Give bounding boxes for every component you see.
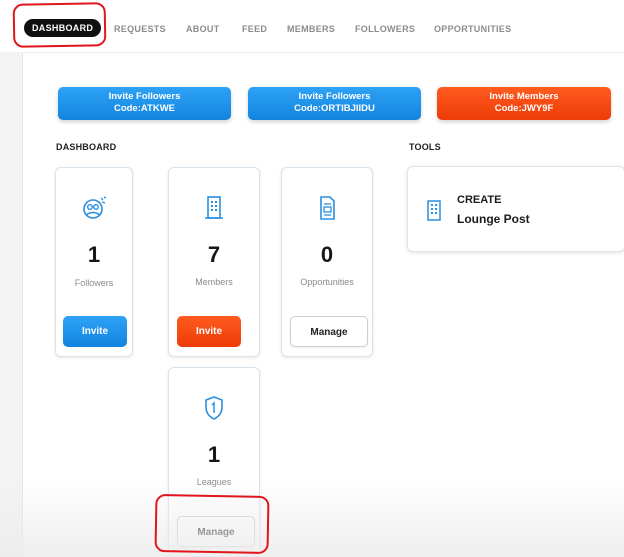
manage-leagues-button[interactable]: Manage [177, 516, 255, 547]
nav-tab-about[interactable]: ABOUT [186, 22, 220, 36]
manage-opportunities-button[interactable]: Manage [290, 316, 368, 347]
invite-followers-button[interactable]: Invite [63, 316, 127, 347]
nav-tab-requests[interactable]: REQUESTS [114, 22, 166, 36]
dashboard-panel: Invite Followers Code:ATKWE Invite Follo… [22, 52, 624, 557]
nav-tab-feed[interactable]: FEED [242, 22, 267, 36]
invite-followers-code-button-2[interactable]: Invite Followers Code:ORTIBJIIDU [248, 87, 421, 120]
invite-members-button[interactable]: Invite [177, 316, 241, 347]
create-label: CREATE [457, 194, 502, 206]
members-count: 7 [207, 242, 221, 267]
members-label: Members [195, 277, 233, 287]
opportunities-count: 0 [320, 242, 334, 267]
invite-button-code: Code:JWY9F [494, 103, 554, 114]
followers-icon [83, 196, 107, 219]
invite-button-title: Invite Members [489, 91, 559, 102]
nav-tab-members[interactable]: MEMBERS [287, 22, 335, 36]
tools-section-title: TOOLS [409, 142, 441, 152]
create-lounge-post-card[interactable]: CREATE Lounge Post [407, 166, 624, 252]
invite-button-title: Invite Followers [108, 91, 181, 102]
invite-members-code-button[interactable]: Invite Members Code:JWY9F [437, 87, 611, 120]
members-card: 7 Members Invite [168, 167, 260, 357]
building-icon [427, 200, 441, 221]
followers-card: 1 Followers Invite [55, 167, 133, 357]
nav-tab-followers[interactable]: FOLLOWERS [355, 22, 415, 36]
invite-button-code: Code:ATKWE [113, 103, 176, 114]
followers-label: Followers [74, 278, 114, 288]
leagues-count: 1 [207, 442, 221, 467]
invite-button-title: Invite Followers [298, 91, 371, 102]
invite-followers-code-button[interactable]: Invite Followers Code:ATKWE [58, 87, 231, 120]
nav-tab-opportunities[interactable]: OPPORTUNITIES [434, 22, 511, 36]
opportunities-label: Opportunities [300, 277, 354, 287]
lounge-post-label: Lounge Post [457, 212, 530, 226]
nav-tab-dashboard[interactable]: DASHBOARD [24, 19, 102, 37]
leagues-card: 1 Leagues Manage [168, 367, 260, 557]
followers-count: 1 [87, 242, 101, 267]
top-nav: DASHBOARD REQUESTS ABOUT FEED MEMBERS FO… [0, 0, 624, 52]
document-icon [320, 196, 335, 220]
invite-button-code: Code:ORTIBJIIDU [294, 103, 375, 114]
dashboard-section-title: DASHBOARD [56, 142, 117, 152]
shield-icon [205, 396, 223, 420]
leagues-label: Leagues [196, 477, 232, 487]
building-icon [205, 196, 223, 219]
opportunities-card: 0 Opportunities Manage [281, 167, 373, 357]
